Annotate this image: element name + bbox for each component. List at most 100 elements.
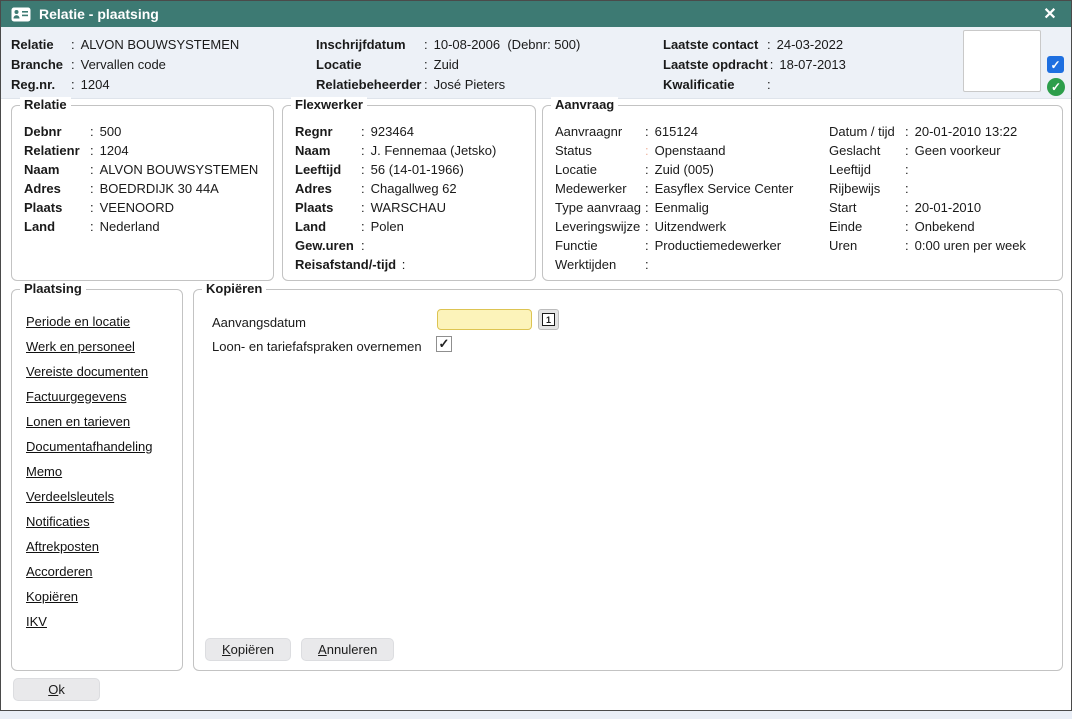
sidebar-link-row: Memo bbox=[26, 464, 152, 489]
info-row: Uren:0:00 uren per week bbox=[829, 236, 1026, 255]
info-row: Land:Nederland bbox=[24, 217, 258, 236]
sidebar-link[interactable]: Vereiste documenten bbox=[26, 364, 148, 379]
header-column-activity: Laatste contact:24-03-2022Laatste opdrac… bbox=[663, 35, 846, 95]
info-row-separator: : bbox=[361, 122, 365, 141]
info-row-label: Adres bbox=[24, 179, 88, 198]
info-row-label: Werktijden bbox=[555, 255, 643, 274]
info-row: Gew.uren: bbox=[295, 236, 496, 255]
info-row: Leeftijd:56 (14-01-1966) bbox=[295, 160, 496, 179]
aanvraag-groupbox: Aanvraag Aanvraagnr:615124Status:Opensta… bbox=[542, 105, 1063, 281]
info-row: Type aanvraag:Eenmalig bbox=[555, 198, 793, 217]
info-row-separator: : bbox=[767, 35, 771, 55]
sidebar-link[interactable]: Lonen en tarieven bbox=[26, 414, 130, 429]
sidebar-link-row: Kopiëren bbox=[26, 589, 152, 614]
sidebar-link[interactable]: Memo bbox=[26, 464, 62, 479]
sidebar-link-row: Verdeelsleutels bbox=[26, 489, 152, 514]
info-row-separator: : bbox=[645, 255, 649, 274]
header-column-registration: Inschrijfdatum:10-08-2006 (Debnr: 500)Lo… bbox=[316, 35, 580, 95]
aanvraag-groupbox-title: Aanvraag bbox=[551, 97, 618, 112]
info-row-separator: : bbox=[361, 217, 365, 236]
info-row: Plaats:VEENOORD bbox=[24, 198, 258, 217]
info-row-separator: : bbox=[905, 198, 909, 217]
info-row-label: Leeftijd bbox=[829, 160, 903, 179]
overnemen-label: Loon- en tariefafspraken overnemen bbox=[212, 339, 422, 354]
calendar-button[interactable]: 1 bbox=[538, 309, 559, 330]
info-row-label: Debnr bbox=[24, 122, 88, 141]
info-row: Werktijden: bbox=[555, 255, 793, 274]
sidebar-link[interactable]: IKV bbox=[26, 614, 47, 629]
info-row-separator: : bbox=[71, 55, 75, 75]
info-row-separator: : bbox=[770, 55, 774, 75]
info-row: Laatste contact:24-03-2022 bbox=[663, 35, 846, 55]
info-row-separator: : bbox=[90, 160, 94, 179]
info-row-separator: : bbox=[361, 198, 365, 217]
info-row: Rijbewijs: bbox=[829, 179, 1026, 198]
sidebar-link-row: IKV bbox=[26, 614, 152, 639]
info-row-separator: : bbox=[90, 198, 94, 217]
info-row: Naam:J. Fennemaa (Jetsko) bbox=[295, 141, 496, 160]
sidebar-link[interactable]: Werk en personeel bbox=[26, 339, 135, 354]
info-row-value: 20-01-2010 bbox=[915, 200, 982, 215]
info-row-value: 18-07-2013 bbox=[779, 57, 846, 72]
info-row: Kwalificatie: bbox=[663, 75, 846, 95]
info-row-value: ALVON BOUWSYSTEMEN bbox=[81, 37, 240, 52]
info-row: Reisafstand/-tijd : bbox=[295, 255, 496, 274]
info-row-value: Openstaand bbox=[655, 143, 726, 158]
info-row-value: Zuid (005) bbox=[655, 162, 714, 177]
info-row-label: Branche bbox=[11, 55, 69, 75]
info-row: Status:Openstaand bbox=[555, 141, 793, 160]
header-checkbox[interactable]: ✓ bbox=[1047, 56, 1064, 73]
ok-button[interactable]: Ok bbox=[13, 678, 100, 701]
info-row-value: 500 bbox=[100, 124, 122, 139]
relatie-plaatsing-window: Relatie - plaatsing ✕ Relatie:ALVON BOUW… bbox=[0, 0, 1072, 711]
info-row-value: Uitzendwerk bbox=[655, 219, 727, 234]
info-row-label: Naam bbox=[24, 160, 88, 179]
info-row-separator: : bbox=[645, 198, 649, 217]
info-row: Relatie:ALVON BOUWSYSTEMEN bbox=[11, 35, 239, 55]
plaatsing-groupbox: Plaatsing Periode en locatieWerk en pers… bbox=[11, 289, 183, 671]
kopieren-button[interactable]: Kopiëren bbox=[205, 638, 291, 661]
info-row: Adres:BOEDRDIJK 30 44A bbox=[24, 179, 258, 198]
info-row: Regnr:923464 bbox=[295, 122, 496, 141]
info-row-value: Nederland bbox=[100, 219, 160, 234]
sidebar-link-row: Aftrekposten bbox=[26, 539, 152, 564]
info-row-label: Geslacht bbox=[829, 141, 903, 160]
sidebar-link[interactable]: Notificaties bbox=[26, 514, 90, 529]
info-row-value: 615124 bbox=[655, 124, 698, 139]
info-row-separator: : bbox=[361, 141, 365, 160]
green-check-icon: ✓ bbox=[1047, 78, 1065, 96]
sidebar-link[interactable]: Aftrekposten bbox=[26, 539, 99, 554]
sidebar-link[interactable]: Kopiëren bbox=[26, 589, 78, 604]
info-row-label: Leeftijd bbox=[295, 160, 359, 179]
sidebar-link[interactable]: Factuurgegevens bbox=[26, 389, 126, 404]
info-row-value: Vervallen code bbox=[81, 57, 166, 72]
info-row-value: Productiemedewerker bbox=[655, 238, 781, 253]
overnemen-checkbox[interactable]: ✓ bbox=[436, 336, 452, 352]
info-row-value: José Pieters bbox=[434, 77, 506, 92]
info-row-value: 20-01-2010 13:22 bbox=[915, 124, 1018, 139]
annuleren-button[interactable]: Annuleren bbox=[301, 638, 394, 661]
info-row-separator: : bbox=[645, 179, 649, 198]
sidebar-link[interactable]: Periode en locatie bbox=[26, 314, 130, 329]
info-row-label: Kwalificatie bbox=[663, 75, 765, 95]
close-icon[interactable]: ✕ bbox=[1039, 3, 1061, 25]
info-row-value: 56 (14-01-1966) bbox=[371, 162, 464, 177]
relatie-rows: Debnr:500Relatienr:1204Naam:ALVON BOUWSY… bbox=[24, 122, 258, 236]
sidebar-link[interactable]: Verdeelsleutels bbox=[26, 489, 114, 504]
info-row-label: Uren bbox=[829, 236, 903, 255]
info-row-separator: : bbox=[424, 75, 428, 95]
sidebar-link[interactable]: Documentafhandeling bbox=[26, 439, 152, 454]
flexwerker-rows: Regnr:923464Naam:J. Fennemaa (Jetsko)Lee… bbox=[295, 122, 496, 274]
info-row-separator: : bbox=[90, 217, 94, 236]
info-row-value: Easyflex Service Center bbox=[655, 181, 794, 196]
info-row: Einde:Onbekend bbox=[829, 217, 1026, 236]
kopieren-groupbox-title: Kopiëren bbox=[202, 281, 266, 296]
info-row: Medewerker: Easyflex Service Center bbox=[555, 179, 793, 198]
info-row-value: J. Fennemaa (Jetsko) bbox=[371, 143, 497, 158]
info-row-label: Adres bbox=[295, 179, 359, 198]
info-row-value: ALVON BOUWSYSTEMEN bbox=[100, 162, 259, 177]
sidebar-link[interactable]: Accorderen bbox=[26, 564, 92, 579]
aanvangsdatum-input[interactable] bbox=[437, 309, 532, 330]
info-row-separator: : bbox=[90, 141, 94, 160]
info-row-label: Medewerker bbox=[555, 179, 643, 198]
